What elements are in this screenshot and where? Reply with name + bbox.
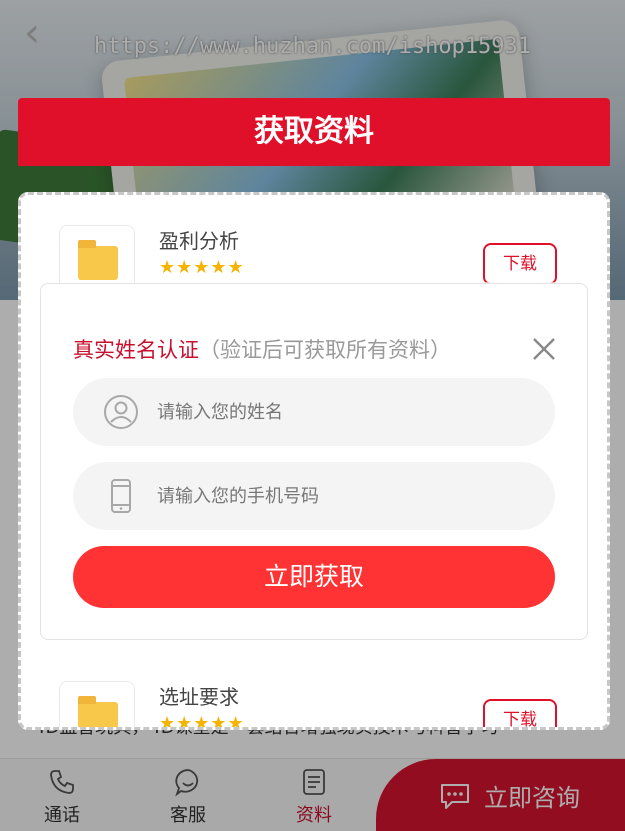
verification-dialog: 真实姓名认证（验证后可获取所有资料） 立即获取 [40,283,588,640]
star-rating: ★★★★★ [159,257,245,278]
name-field[interactable] [73,378,555,446]
materials-panel-title: 获取资料 [18,98,610,166]
get-materials-button[interactable]: 立即获取 [73,546,555,608]
star-rating: ★★★★★ [159,713,245,730]
dialog-title-sub: （验证后可获取所有资料） [199,338,451,362]
download-button[interactable]: 下载 [483,243,557,285]
dialog-title-main: 真实姓名认证 [73,338,199,362]
phone-input[interactable] [157,462,537,530]
close-icon[interactable] [531,336,557,362]
phone-field[interactable] [73,462,555,530]
material-title: 盈利分析 [159,229,239,253]
dialog-title: 真实姓名认证（验证后可获取所有资料） [73,334,451,364]
material-title: 选址要求 [159,685,239,709]
name-input[interactable] [157,378,537,446]
mobile-phone-icon [111,479,131,513]
user-icon [104,395,138,429]
download-button[interactable]: 下载 [483,699,557,727]
folder-thumbnail [59,681,135,727]
folder-icon [78,240,118,280]
folder-icon [78,696,118,727]
material-item: 选址要求 ★★★★★ 下载 [59,681,579,730]
